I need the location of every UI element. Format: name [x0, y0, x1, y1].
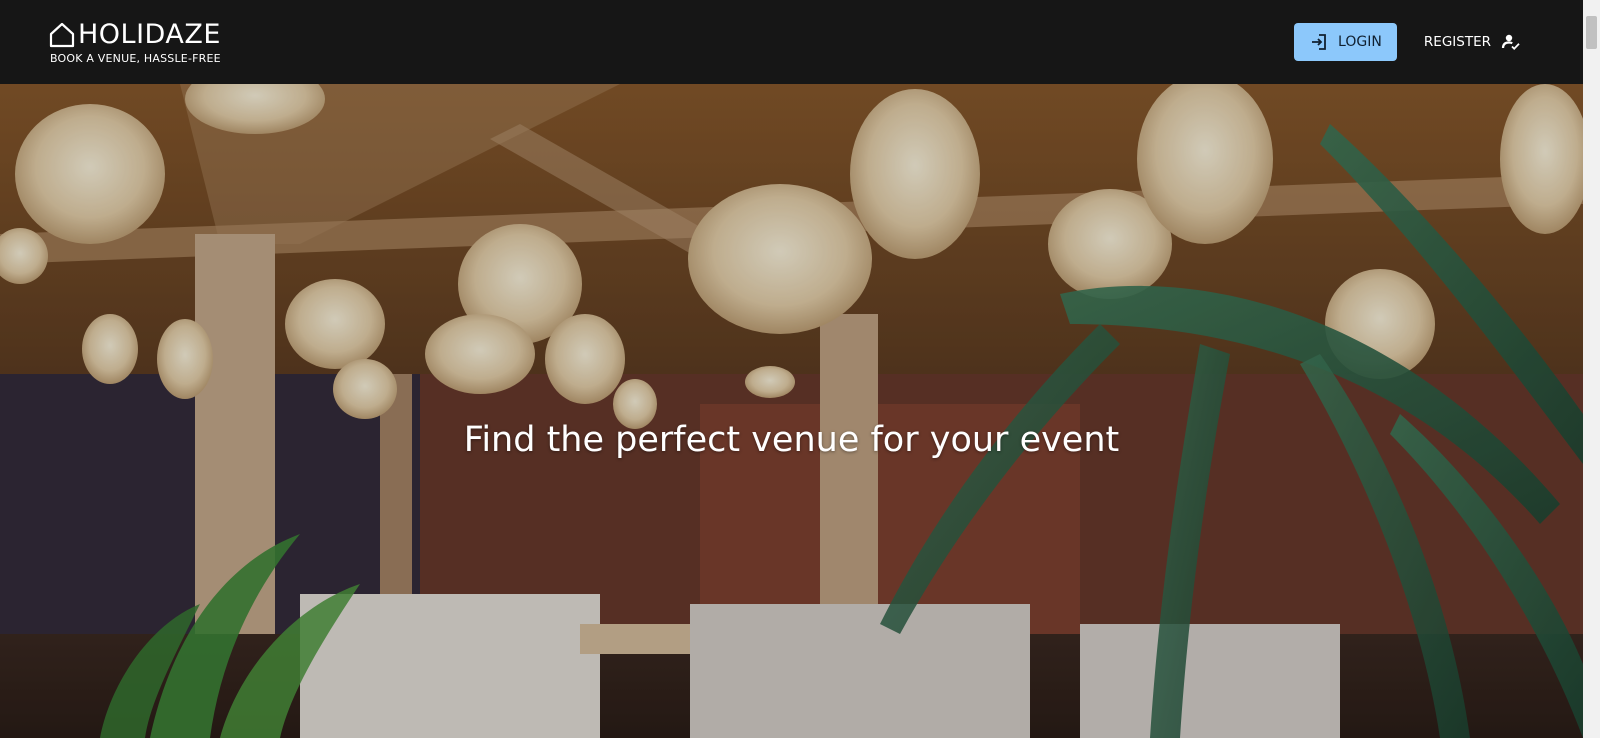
- login-icon: [1312, 34, 1326, 50]
- scrollbar-thumb[interactable]: [1586, 16, 1597, 49]
- brand-tagline: BOOK A VENUE, HASSLE-FREE: [50, 51, 221, 65]
- login-button[interactable]: LOGIN: [1293, 23, 1397, 61]
- person-check-icon: [1501, 34, 1520, 50]
- site-header: HOLIDAZE BOOK A VENUE, HASSLE-FREE LOGIN…: [0, 0, 1583, 84]
- hero-banner: Find the perfect venue for your event: [0, 84, 1583, 738]
- hero-title: Find the perfect venue for your event: [463, 420, 1120, 460]
- page-scrollbar[interactable]: [1583, 0, 1600, 738]
- register-label: REGISTER: [1423, 34, 1491, 50]
- house-icon: [49, 22, 75, 47]
- login-label: LOGIN: [1338, 34, 1382, 50]
- main-nav: LOGIN REGISTER: [1293, 23, 1521, 61]
- brand-logo[interactable]: HOLIDAZE BOOK A VENUE, HASSLE-FREE: [49, 20, 221, 65]
- brand-top: HOLIDAZE: [49, 20, 221, 50]
- register-link[interactable]: REGISTER: [1424, 32, 1521, 52]
- brand-name: HOLIDAZE: [78, 18, 221, 50]
- hero-overlay: [0, 84, 1583, 738]
